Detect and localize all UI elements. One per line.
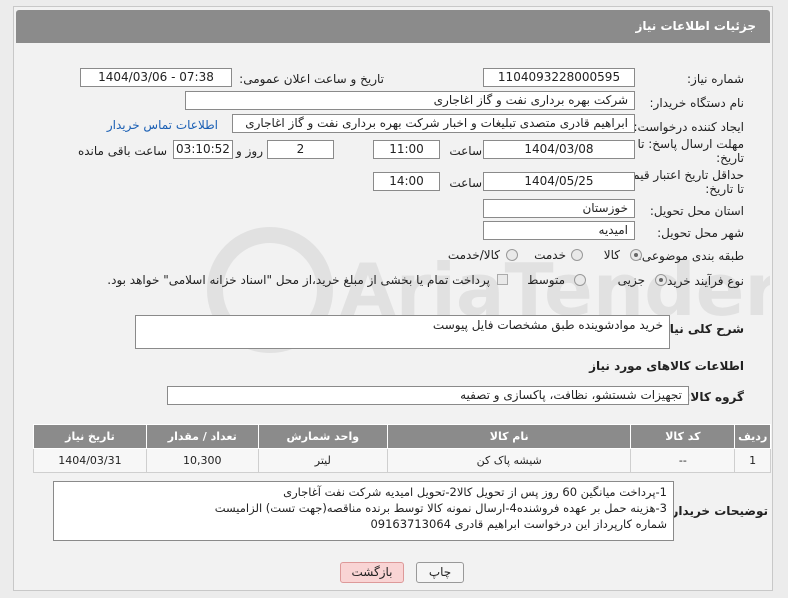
category-option-goods: کالا: [603, 248, 620, 262]
cell-row: 1: [734, 448, 771, 473]
deadline-time-field: 11:00: [373, 140, 440, 159]
cell-date: 1404/03/31: [33, 448, 147, 473]
remaining-label: ساعت باقی مانده: [77, 144, 167, 158]
print-button[interactable]: چاپ: [416, 562, 464, 583]
process-radio-minor[interactable]: [655, 274, 667, 286]
deadline-time-label: ساعت: [449, 144, 482, 158]
col-quantity: تعداد / مقدار: [145, 424, 259, 449]
buyer-org-label: نام دستگاه خریدار:: [649, 96, 745, 110]
buyer-note-line: 1-پرداخت میانگین 60 روز پس از تحویل کالا…: [283, 485, 667, 499]
description-label: شرح کلی نیاز:: [658, 322, 744, 336]
cell-quantity: 10,300: [145, 448, 259, 473]
goods-group-label: گروه کالا:: [685, 390, 744, 404]
goods-table: ردیف کد کالا نام کالا واحد شمارش تعداد /…: [33, 424, 771, 473]
validity-time-label: ساعت: [449, 176, 482, 190]
validity-label-date: تا تاریخ:: [705, 182, 744, 196]
validity-date-field: 1404/05/25: [483, 172, 635, 191]
buyer-notes-label: توضیحات خریدار:: [666, 504, 768, 518]
col-unit: واحد شمارش: [257, 424, 389, 449]
validity-label: حداقل تاریخ اعتبار قیمت:: [617, 168, 744, 182]
page-header: جزئیات اطلاعات نیاز: [16, 10, 770, 43]
days-label: روز و: [236, 144, 263, 158]
process-option-medium: متوسط: [527, 273, 565, 287]
cell-name: شیشه پاک کن: [387, 448, 632, 473]
page-title: جزئیات اطلاعات نیاز: [635, 19, 756, 33]
buyer-note-line: شماره کارپرداز این درخواست ابراهیم قادری…: [370, 517, 667, 531]
treasury-checkbox[interactable]: [497, 274, 508, 285]
remaining-field: 03:10:52: [173, 140, 233, 159]
category-radio-service[interactable]: [571, 249, 583, 261]
col-code: کد کالا: [630, 424, 736, 449]
deadline-date-field: 1404/03/08: [483, 140, 635, 159]
cell-code: --: [630, 448, 736, 473]
need-number-field: 1104093228000595: [483, 68, 635, 87]
contact-buyer-link[interactable]: اطلاعات تماس خریدار: [107, 118, 218, 132]
deadline-label: مهلت ارسال پاسخ: تا: [637, 137, 744, 151]
goods-group-field: تجهیزات شستشو، نظافت، پاکسازی و تصفیه: [167, 386, 689, 405]
category-label: طبقه بندی موضوعی:: [637, 249, 744, 263]
province-field: خوزستان: [483, 199, 635, 218]
cell-unit: لیتر: [257, 448, 389, 473]
goods-section-title: اطلاعات کالاهای مورد نیاز: [589, 359, 744, 373]
category-radio-goods[interactable]: [630, 249, 642, 261]
process-label: نوع فرآیند خرید :: [659, 274, 744, 288]
back-button[interactable]: بازگشت: [340, 562, 404, 583]
creator-field: ابراهیم قادری متصدی تبلیغات و اخبار شرکت…: [232, 114, 635, 133]
days-field: 2: [267, 140, 334, 159]
process-note: پرداخت تمام یا بخشی از مبلغ خرید،از محل …: [107, 273, 490, 287]
description-field: خرید موادشوینده طبق مشخصات فایل پیوست: [135, 315, 670, 349]
city-field: امیدیه: [483, 221, 635, 240]
category-option-service: خدمت: [534, 248, 566, 262]
col-date: تاریخ نیاز: [33, 424, 147, 449]
creator-label: ایجاد کننده درخواست:: [633, 120, 744, 134]
table-row: 1 -- شیشه پاک کن لیتر 10,300 1404/03/31: [33, 448, 771, 473]
category-radio-both[interactable]: [506, 249, 518, 261]
category-option-both: کالا/خدمت: [447, 248, 500, 262]
buyer-notes-field: 1-پرداخت میانگین 60 روز پس از تحویل کالا…: [53, 481, 674, 541]
col-name: نام کالا: [387, 424, 632, 449]
process-radio-medium[interactable]: [574, 274, 586, 286]
need-number-label: شماره نیاز:: [687, 72, 744, 86]
col-row: ردیف: [734, 424, 771, 449]
process-option-minor: جزیی: [617, 273, 645, 287]
announce-field: 1404/03/06 - 07:38: [80, 68, 232, 87]
buyer-org-field: شرکت بهره برداری نفت و گاز اغاجاری: [185, 91, 635, 110]
announce-label: تاریخ و ساعت اعلان عمومی:: [239, 72, 384, 86]
validity-time-field: 14:00: [373, 172, 440, 191]
goods-table-header: ردیف کد کالا نام کالا واحد شمارش تعداد /…: [33, 424, 771, 449]
city-label: شهر محل تحویل:: [657, 226, 744, 240]
buyer-note-line: 3-هزینه حمل بر عهده فروشنده4-ارسال نمونه…: [214, 501, 667, 515]
province-label: استان محل تحویل:: [649, 204, 744, 218]
deadline-label-date: تاریخ:: [716, 151, 744, 165]
